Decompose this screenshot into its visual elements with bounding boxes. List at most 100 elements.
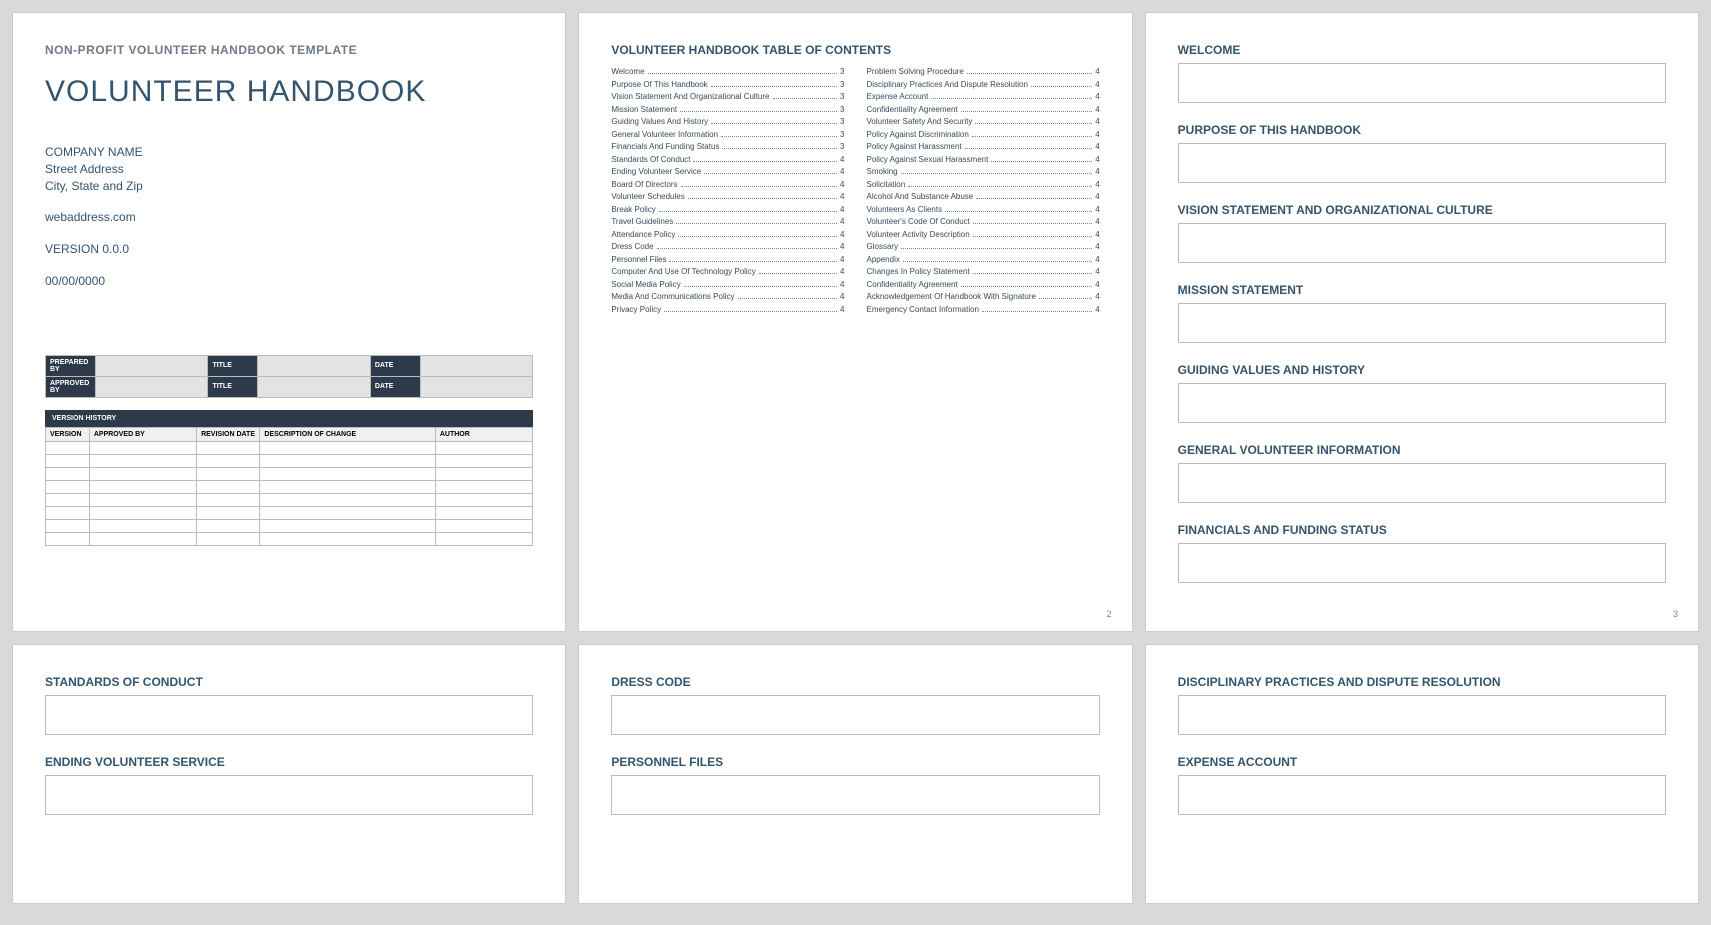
toc-entry[interactable]: Glossary4 — [867, 242, 1100, 251]
toc-dots — [657, 248, 837, 249]
toc-text: Purpose Of This Handbook — [611, 80, 707, 89]
section-content-box[interactable] — [611, 695, 1099, 735]
section-content-box[interactable] — [1178, 775, 1666, 815]
table-row[interactable] — [46, 454, 533, 467]
approved-by-field[interactable] — [96, 376, 208, 397]
document-title: VOLUNTEER HANDBOOK — [45, 75, 533, 109]
toc-dots — [982, 311, 1092, 312]
toc-page: 4 — [840, 280, 844, 289]
toc-entry[interactable]: Confidentiality Agreement4 — [867, 280, 1100, 289]
title-field-2[interactable] — [258, 376, 370, 397]
toc-entry[interactable]: Break Policy4 — [611, 205, 844, 214]
toc-entry[interactable]: Acknowledgement Of Handbook With Signatu… — [867, 292, 1100, 301]
toc-entry[interactable]: Welcome3 — [611, 67, 844, 76]
toc-entry[interactable]: Policy Against Discrimination4 — [867, 130, 1100, 139]
toc-entry[interactable]: Computer And Use Of Technology Policy4 — [611, 267, 844, 276]
section-heading: DRESS CODE — [611, 675, 1099, 689]
toc-entry[interactable]: General Volunteer Information3 — [611, 130, 844, 139]
version-text: VERSION 0.0.0 — [45, 241, 533, 258]
toc-page: 3 — [840, 92, 844, 101]
section-heading: VISION STATEMENT AND ORGANIZATIONAL CULT… — [1178, 203, 1666, 217]
toc-entry[interactable]: Appendix4 — [867, 255, 1100, 264]
section-content-box[interactable] — [1178, 143, 1666, 183]
toc-entry[interactable]: Mission Statement3 — [611, 105, 844, 114]
toc-entry[interactable]: Changes In Policy Statement 4 — [867, 267, 1100, 276]
toc-entry[interactable]: Volunteer Safety And Security4 — [867, 117, 1100, 126]
section-content-box[interactable] — [1178, 695, 1666, 735]
toc-entry[interactable]: Attendance Policy4 — [611, 230, 844, 239]
toc-entry[interactable]: Travel Guidelines4 — [611, 217, 844, 226]
page-1: NON-PROFIT VOLUNTEER HANDBOOK TEMPLATE V… — [12, 12, 566, 632]
section-content-box[interactable] — [1178, 543, 1666, 583]
toc-entry[interactable]: Dress Code4 — [611, 242, 844, 251]
toc-page: 4 — [1095, 67, 1099, 76]
toc-entry[interactable]: Volunteer Schedules4 — [611, 192, 844, 201]
section-content-box[interactable] — [1178, 463, 1666, 503]
toc-entry[interactable]: Social Media Policy4 — [611, 280, 844, 289]
toc-text: Changes In Policy Statement — [867, 267, 970, 276]
toc-entry[interactable]: Privacy Policy4 — [611, 305, 844, 314]
table-row[interactable] — [46, 467, 533, 480]
section-content-box[interactable] — [611, 775, 1099, 815]
date-field-1[interactable] — [420, 355, 532, 376]
table-row[interactable] — [46, 493, 533, 506]
toc-page: 4 — [1095, 92, 1099, 101]
toc-entry[interactable]: Standards Of Conduct4 — [611, 155, 844, 164]
toc-page: 4 — [1095, 167, 1099, 176]
toc-entry[interactable]: Personnel Files4 — [611, 255, 844, 264]
section-content-box[interactable] — [45, 695, 533, 735]
toc-entry[interactable]: Financials And Funding Status3 — [611, 142, 844, 151]
toc-text: Confidentiality Agreement — [867, 105, 958, 114]
toc-dots — [965, 148, 1093, 149]
date-field-2[interactable] — [420, 376, 532, 397]
toc-entry[interactable]: Smoking4 — [867, 167, 1100, 176]
toc-entry[interactable]: Purpose Of This Handbook3 — [611, 80, 844, 89]
toc-dots — [676, 223, 837, 224]
toc-entry[interactable]: Emergency Contact Information4 — [867, 305, 1100, 314]
toc-text: Break Policy — [611, 205, 655, 214]
toc-entry[interactable]: Problem Solving Procedure4 — [867, 67, 1100, 76]
toc-dots — [976, 198, 1092, 199]
section-content-box[interactable] — [1178, 303, 1666, 343]
toc-entry[interactable]: Policy Against Sexual Harassment4 — [867, 155, 1100, 164]
toc-dots — [721, 136, 837, 137]
toc-entry[interactable]: Board Of Directors4 — [611, 180, 844, 189]
toc-page: 4 — [1095, 230, 1099, 239]
page-number: 2 — [1107, 609, 1112, 619]
table-row[interactable] — [46, 506, 533, 519]
toc-dots — [967, 73, 1092, 74]
section-heading: ENDING VOLUNTEER SERVICE — [45, 755, 533, 769]
page-5: DRESS CODEPERSONNEL FILES — [578, 644, 1132, 904]
toc-entry[interactable]: Guiding Values And History3 — [611, 117, 844, 126]
toc-entry[interactable]: Media And Communications Policy4 — [611, 292, 844, 301]
title-field-1[interactable] — [258, 355, 370, 376]
table-row[interactable] — [46, 441, 533, 454]
toc-dots — [659, 211, 837, 212]
toc-entry[interactable]: Solicitation4 — [867, 180, 1100, 189]
toc-entry[interactable]: Ending Volunteer Service4 — [611, 167, 844, 176]
toc-entry[interactable]: Alcohol And Substance Abuse4 — [867, 192, 1100, 201]
prepared-by-label: PREPARED BY — [46, 355, 96, 376]
toc-entry[interactable]: Volunteers As Clients4 — [867, 205, 1100, 214]
section-content-box[interactable] — [1178, 383, 1666, 423]
toc-entry[interactable]: Volunteer Activity Description4 — [867, 230, 1100, 239]
toc-entry[interactable]: Volunteer's Code Of Conduct4 — [867, 217, 1100, 226]
prepared-by-field[interactable] — [96, 355, 208, 376]
toc-entry[interactable]: Policy Against Harassment4 — [867, 142, 1100, 151]
toc-right-column: Problem Solving Procedure4 Disciplinary P… — [867, 67, 1100, 317]
toc-entry[interactable]: Confidentiality Agreement4 — [867, 105, 1100, 114]
section-content-box[interactable] — [1178, 63, 1666, 103]
section-content-box[interactable] — [1178, 223, 1666, 263]
toc-text: Confidentiality Agreement — [867, 280, 958, 289]
template-subheading: NON-PROFIT VOLUNTEER HANDBOOK TEMPLATE — [45, 43, 533, 57]
toc-entry[interactable]: Vision Statement And Organizational Cult… — [611, 92, 844, 101]
table-row[interactable] — [46, 532, 533, 545]
toc-page: 4 — [840, 230, 844, 239]
toc-dots — [972, 136, 1092, 137]
toc-page: 4 — [1095, 267, 1099, 276]
section-content-box[interactable] — [45, 775, 533, 815]
toc-entry[interactable]: Expense Account4 — [867, 92, 1100, 101]
table-row[interactable] — [46, 480, 533, 493]
toc-entry[interactable]: Disciplinary Practices And Dispute Resol… — [867, 80, 1100, 89]
table-row[interactable] — [46, 519, 533, 532]
